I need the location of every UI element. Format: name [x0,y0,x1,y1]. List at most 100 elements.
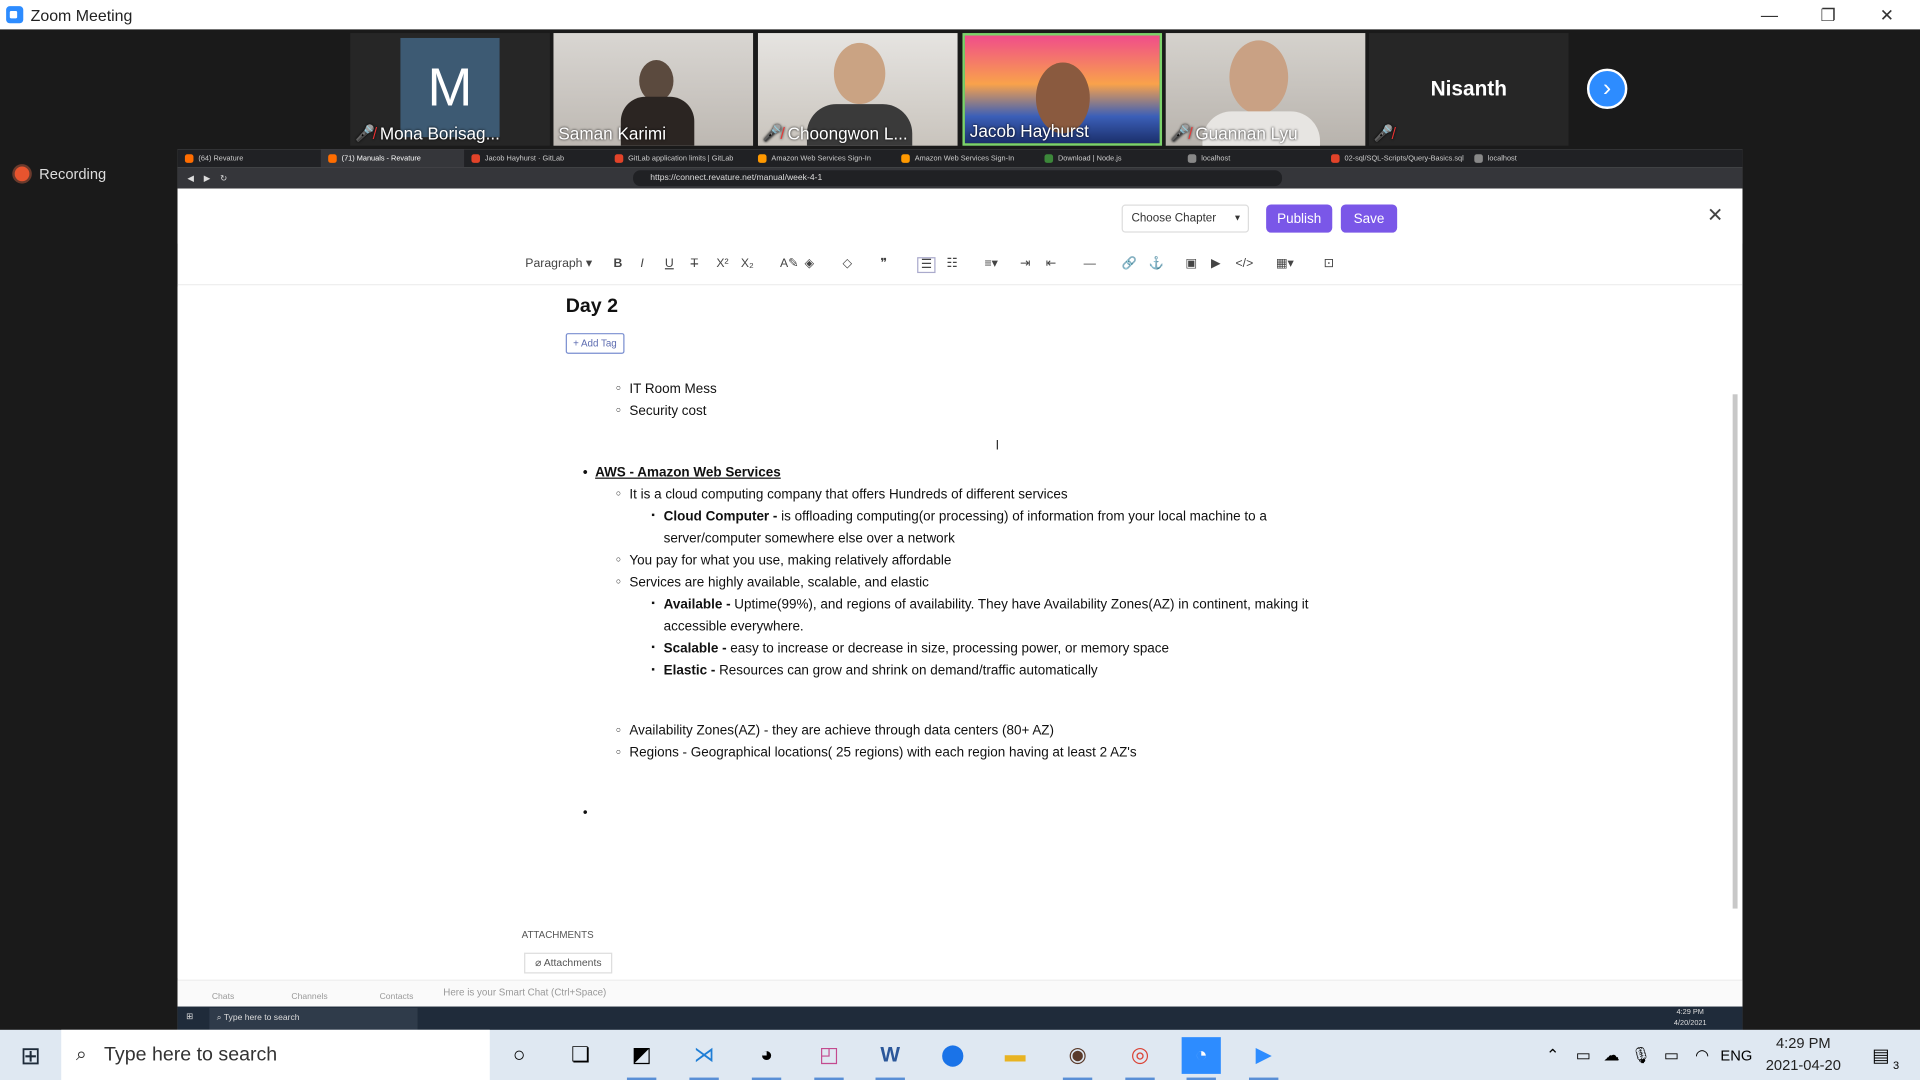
code-icon[interactable]: </> [1236,257,1254,270]
browser-tab[interactable]: localhost [1180,149,1323,167]
zoom-title-bar: Zoom Meeting — ❐ ✕ [0,0,1920,30]
list-item: Services are highly available, scalable,… [616,576,929,591]
outdent-icon[interactable]: ⇤ [1046,257,1056,270]
revature-favicon-icon [328,154,337,163]
term-text: Resources can grow and shrink on demand/… [715,663,1098,679]
browser-tab[interactable]: (71) Manuals - Revature [320,149,465,168]
underline-icon[interactable]: U [665,257,674,270]
special-char-icon[interactable]: ⊡ [1324,257,1334,270]
list-item: Cloud Computer - is offloading computing… [651,509,1266,525]
browser-tab[interactable]: GitLab application limits | GitLab [607,149,750,167]
blockquote-icon[interactable]: ❞ [880,257,887,270]
start-icon[interactable]: ⊞ [186,1011,193,1022]
participant-name: Mona Borisag... [379,123,500,144]
inner-time: 4:29 PM [1676,1008,1704,1017]
participant-tile-choongwon[interactable]: 🎤̸ Choongwon L... [757,33,958,146]
windows-start-icon[interactable]: ⊞ [11,1037,50,1074]
bold-icon[interactable]: B [613,257,622,270]
italic-icon[interactable]: I [640,257,643,270]
align-icon[interactable]: ≡▾ [984,257,997,270]
chats-tab[interactable]: Chats [212,993,234,1002]
subscript-icon[interactable]: X₂ [741,257,754,270]
next-page-arrow-icon[interactable]: › [1586,68,1628,109]
close-editor-icon[interactable]: ✕ [1707,203,1723,227]
participant-tile-mona[interactable]: M 🎤̸ Mona Borisag... [350,33,550,146]
numbered-list-icon[interactable]: ☷ [947,257,958,270]
participant-tile-nisanth[interactable]: Nisanth 🎤̸ [1368,33,1569,146]
publish-button[interactable]: Publish [1266,204,1333,233]
text-cursor-icon: I [995,438,1000,454]
url-field[interactable]: https://connect.revature.net/manual/week… [633,170,1283,187]
close-button[interactable]: ✕ [1859,0,1915,29]
participant-tile-jacob[interactable]: Jacob Hayhurst [962,33,1163,146]
participant-tile-saman[interactable]: Saman Karimi [553,33,754,146]
taskbar-clock[interactable]: 4:29 PM 2021-04-20 [1766,1032,1841,1076]
superscript-icon[interactable]: X² [716,257,728,270]
profile-app-icon[interactable]: ◉ [1058,1037,1097,1080]
sticky-notes-icon[interactable]: ◩ [622,1037,661,1080]
image-icon[interactable]: ▣ [1185,257,1197,270]
channels-tab[interactable]: Channels [291,993,327,1002]
horizontal-line-icon[interactable]: — [1084,257,1096,270]
browser-tab[interactable]: Download | Node.js [1037,149,1180,167]
vscode-icon[interactable]: ⋊ [684,1037,723,1080]
add-tag-button[interactable]: + Add Tag [565,333,625,354]
indent-icon[interactable]: ⇥ [1020,257,1030,270]
minimize-button[interactable]: — [1741,0,1797,29]
attachments-heading: ATTACHMENTS [521,929,594,941]
tab-label: Download | Node.js [1057,154,1122,163]
browser-tab[interactable]: 02-sql/SQL-Scripts/Query-Basics.sql [1324,149,1467,167]
participant-tile-guannan[interactable]: 🎤̸ Guannan Lyu [1165,33,1366,146]
aws-favicon-icon [757,154,767,163]
word-icon[interactable]: W [871,1037,910,1080]
bulleted-list-icon[interactable]: ☰ [917,257,936,274]
forward-icon[interactable]: ▶ [204,173,211,183]
paragraph-style-select[interactable]: Paragraph ▾ [525,257,592,270]
choose-chapter-select[interactable]: Choose Chapter ▼ [1121,204,1249,233]
file-explorer-icon[interactable]: ▬ [996,1037,1035,1074]
browser-tab[interactable]: Amazon Web Services Sign-In [751,149,894,167]
table-icon[interactable]: ▦▾ [1276,257,1294,270]
github-desktop-icon[interactable]: ◕ [747,1037,786,1080]
browser-tab[interactable]: Jacob Hayhurst · GitLab [464,149,607,167]
reload-icon[interactable]: ↻ [220,173,227,183]
browser-tab[interactable]: (64) Revature [178,149,321,167]
empty-bullet: • [582,805,588,821]
anchor-icon[interactable]: ⚓ [1149,257,1164,270]
chrome-icon[interactable]: ◎ [1120,1037,1159,1080]
highlight-icon[interactable]: ◈ [804,257,813,270]
node-favicon-icon [1044,154,1054,163]
eraser-icon[interactable]: ◇ [842,257,851,270]
gitlab-favicon-icon [614,154,624,163]
browser-tab[interactable]: localhost [1467,149,1610,167]
video-icon[interactable]: ▶ [1211,257,1220,270]
cortana-icon[interactable]: ○ [500,1037,539,1074]
restore-button[interactable]: ❐ [1800,0,1856,29]
zoom-taskbar-icon[interactable]: ◔ [1181,1037,1221,1080]
language-indicator[interactable]: ENG [1718,1037,1755,1074]
notification-icon[interactable]: ▤ 3 [1861,1037,1900,1074]
inner-search-box[interactable]: ⌕ Type here to search [209,1007,418,1030]
save-button[interactable]: Save [1340,204,1398,233]
recording-indicator[interactable]: Recording [14,165,106,182]
editor-content[interactable]: Day 2 + Add Tag IT Room Mess Security co… [177,286,1733,979]
browser-tab[interactable]: Amazon Web Services Sign-In [894,149,1037,167]
maps-icon[interactable]: ⬤ [933,1037,972,1074]
smart-chat-input[interactable]: Here is your Smart Chat (Ctrl+Space) [443,987,606,998]
zoom-meeting-icon[interactable]: ▶ [1244,1037,1283,1080]
font-color-icon[interactable]: A✎ [780,257,798,270]
link-icon[interactable]: 🔗 [1122,257,1137,270]
term-label: Cloud Computer - [663,509,778,525]
editor-scrollbar[interactable] [1732,394,1738,909]
strikethrough-icon[interactable]: T [691,257,698,270]
task-view-icon[interactable]: ❏ [561,1037,600,1074]
taskbar-search-box[interactable]: ⌕ Type here to search [61,1029,490,1080]
participant-name: Saman Karimi [558,123,667,144]
attachments-button[interactable]: ⌀ Attachments [524,952,613,974]
back-icon[interactable]: ◀ [187,173,194,183]
teams-icon[interactable]: ◰ [809,1037,848,1080]
wifi-icon[interactable]: ◠ [1682,1037,1721,1074]
gitlab-favicon-icon [1331,154,1340,163]
page-title: Day 2 [565,296,619,318]
contacts-tab[interactable]: Contacts [380,993,414,1002]
